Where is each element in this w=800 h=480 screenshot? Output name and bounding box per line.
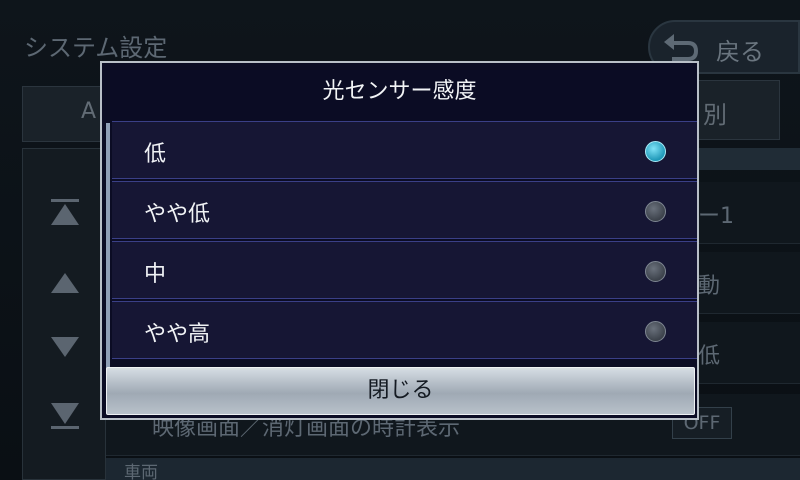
section-header: 車両 xyxy=(106,458,800,480)
option-label: やや低 xyxy=(144,202,211,227)
option-label: やや高 xyxy=(144,322,211,347)
dialog-title: 光センサー感度 xyxy=(322,79,477,104)
back-arrow-icon xyxy=(664,34,698,61)
setting-value: ー1 xyxy=(698,204,734,229)
option-label: 中 xyxy=(144,262,167,287)
back-label: 戻る xyxy=(716,38,764,66)
option-label: 低 xyxy=(144,142,167,167)
option-low[interactable]: 低 xyxy=(112,121,697,179)
light-sensor-sensitivity-dialog: 光センサー感度 低 やや低 中 やや高 閉じる xyxy=(100,61,699,420)
scroll-down-button[interactable] xyxy=(49,333,81,363)
radio-icon[interactable] xyxy=(645,321,666,342)
tab-right-label: 別 xyxy=(703,101,727,129)
scroll-top-icon xyxy=(51,199,79,225)
scroll-controls xyxy=(22,148,106,480)
setting-value: 動 xyxy=(698,274,721,299)
option-slightly-low[interactable]: やや低 xyxy=(112,181,697,239)
tab-left-label: A xyxy=(81,99,97,124)
radio-icon[interactable] xyxy=(645,201,666,222)
scroll-down-icon xyxy=(51,337,79,357)
option-medium[interactable]: 中 xyxy=(112,241,697,299)
section-label: 車両 xyxy=(124,463,158,480)
radio-icon[interactable] xyxy=(645,261,666,282)
scroll-top-button[interactable] xyxy=(49,197,81,227)
radio-selected-icon[interactable] xyxy=(645,141,666,162)
tab-right[interactable]: 別 xyxy=(690,80,780,140)
option-slightly-high[interactable]: やや高 xyxy=(112,301,697,359)
scroll-up-button[interactable] xyxy=(49,267,81,297)
scroll-up-icon xyxy=(51,273,79,293)
close-button[interactable]: 閉じる xyxy=(106,367,695,415)
setting-value: 低 xyxy=(698,344,721,369)
list-scrollbar[interactable] xyxy=(106,123,110,373)
scroll-bottom-icon xyxy=(51,403,79,429)
scroll-bottom-button[interactable] xyxy=(49,401,81,431)
page-title: システム設定 xyxy=(24,34,168,62)
